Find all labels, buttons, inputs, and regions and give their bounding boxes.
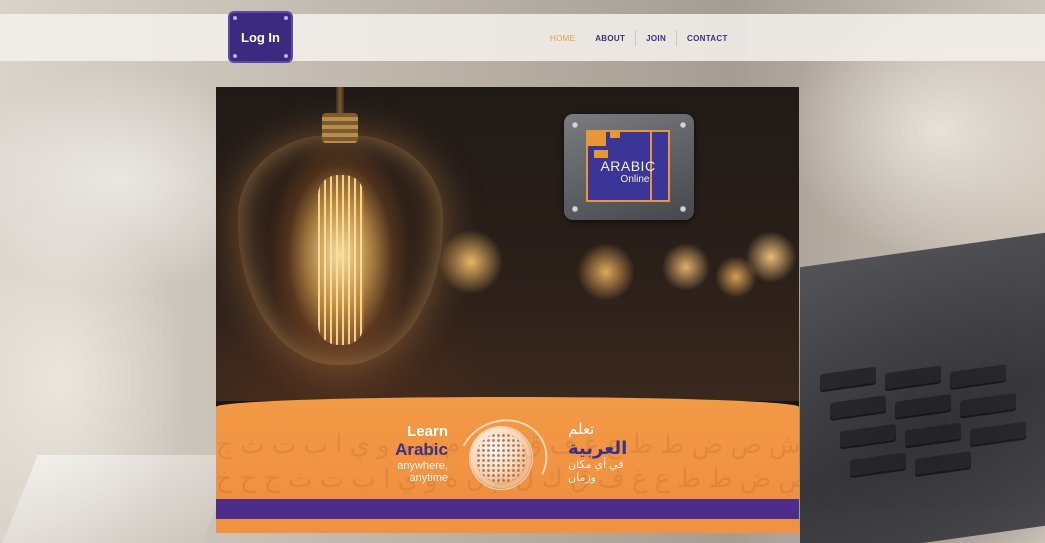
keyboard-key — [970, 421, 1026, 448]
logo-title: ARABIC — [600, 158, 656, 174]
main-nav: HOME ABOUT JOIN CONTACT — [540, 28, 738, 48]
screw-icon — [680, 206, 686, 212]
lightbulb-image — [238, 135, 443, 365]
nav-home-link[interactable]: HOME — [540, 34, 585, 43]
logo-panel: ARABIC Online — [586, 130, 670, 202]
login-button-label: Log In — [241, 29, 280, 45]
keyboard-key — [950, 364, 1006, 391]
anywhere-label: anywhere, — [397, 460, 448, 472]
ar-anytime-label: وزمان — [568, 472, 596, 484]
logo-block — [594, 150, 608, 158]
button-rivet-icon — [284, 16, 288, 20]
arabic-online-logo: ARABIC Online — [564, 114, 694, 220]
keyboard-key — [850, 452, 906, 479]
learn-label: Learn — [407, 423, 448, 440]
nav-about-link[interactable]: ABOUT — [585, 34, 635, 43]
logo-subtitle: Online — [620, 174, 650, 185]
keyboard-key — [885, 365, 941, 392]
screw-icon — [572, 206, 578, 212]
logo-block — [588, 132, 606, 146]
logo-block — [610, 132, 620, 138]
bulb-filament — [318, 175, 364, 345]
button-rivet-icon — [233, 16, 237, 20]
anytime-label: anytime — [409, 472, 448, 484]
ar-learn-label: تعلم — [568, 421, 595, 438]
nav-join-link[interactable]: JOIN — [636, 34, 676, 43]
button-rivet-icon — [284, 54, 288, 58]
globe-icon — [470, 427, 532, 489]
globe-dot-map — [476, 433, 526, 483]
background-laptop — [800, 232, 1045, 543]
button-rivet-icon — [233, 54, 237, 58]
keyboard-key — [830, 395, 886, 422]
hero-card: ARABIC Online ا ب ت ث ج ح خ د ذ ر ز س ش … — [216, 87, 799, 533]
top-nav-bar — [0, 14, 1045, 61]
keyboard-key — [905, 422, 961, 449]
keyboard-key — [895, 393, 951, 420]
arabic-label: Arabic — [395, 440, 448, 459]
nav-contact-link[interactable]: CONTACT — [677, 34, 738, 43]
ar-anywhere-label: في أي مكان — [568, 459, 624, 471]
hero-lightbulb-photo — [216, 87, 799, 401]
banner-bottom-band — [216, 519, 799, 533]
keyboard-key — [820, 366, 876, 393]
learn-arabic-text: Learn Arabic anywhere, anytime — [356, 423, 448, 484]
screw-icon — [680, 122, 686, 128]
bulb-cap — [322, 113, 358, 143]
keyboard-key — [960, 392, 1016, 419]
banner-purple-stripe — [216, 499, 799, 519]
keyboard-key — [840, 423, 896, 450]
arabic-tagline: تعلم العربية في أي مكان وزمان — [568, 421, 658, 485]
ar-arabic-label: العربية — [568, 438, 628, 458]
background-glass — [2, 455, 238, 543]
login-button[interactable]: Log In — [228, 11, 293, 63]
screw-icon — [572, 122, 578, 128]
keyboard-key — [915, 451, 971, 478]
